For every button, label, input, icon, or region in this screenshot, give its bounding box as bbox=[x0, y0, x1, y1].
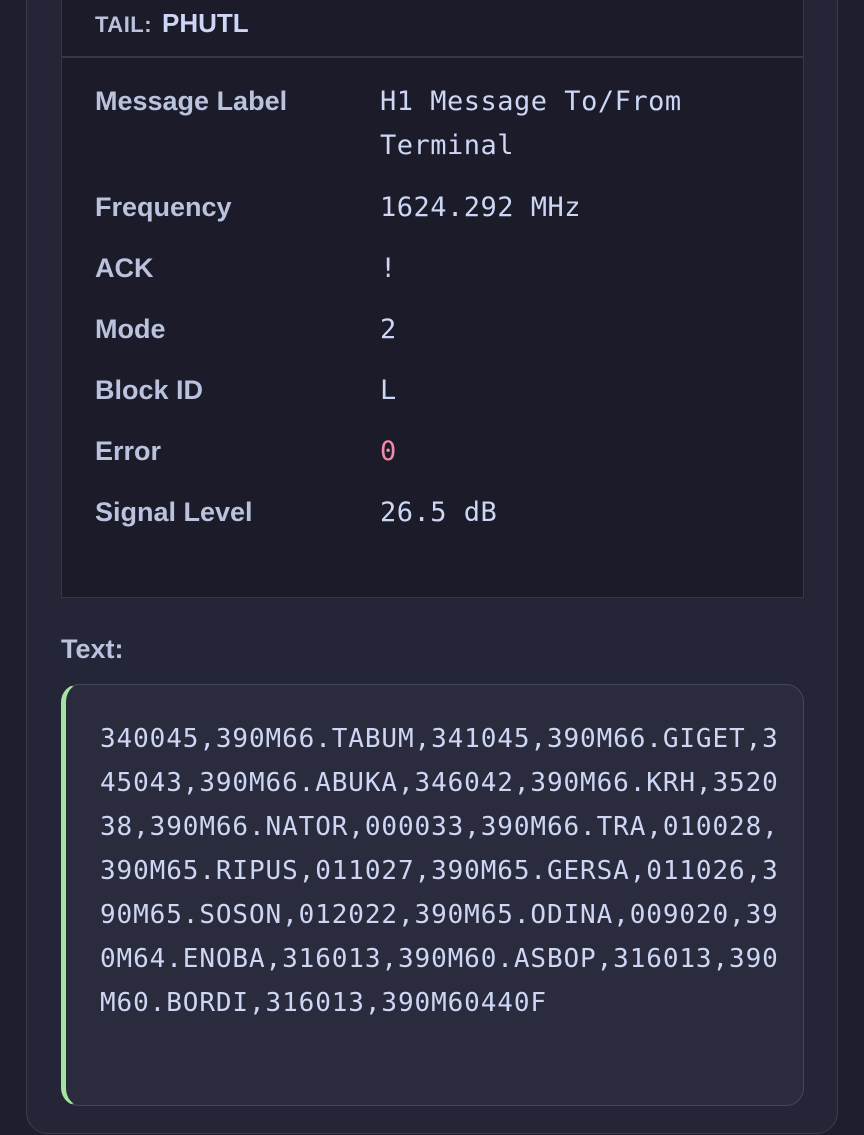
block-id-value: L bbox=[380, 375, 397, 406]
frequency-name: Frequency bbox=[95, 192, 232, 222]
tail-value[interactable]: PHUTL bbox=[162, 8, 249, 39]
error-value: 0 bbox=[380, 436, 397, 467]
message-details-panel: TAIL: PHUTL Message Label H1 Message To/… bbox=[61, 0, 804, 598]
ack-name: ACK bbox=[95, 253, 154, 283]
message-label-name: Message Label bbox=[95, 86, 288, 116]
text-heading: Text: bbox=[61, 634, 124, 664]
block-id-name: Block ID bbox=[95, 375, 204, 405]
message-text-box[interactable]: 340045,390M66.TABUM,341045,390M66.GIGET,… bbox=[61, 684, 804, 1106]
message-label-value: H1 Message To/From Terminal bbox=[380, 86, 682, 161]
signal-level-value: 26.5 dB bbox=[380, 497, 498, 528]
frequency-value: 1624.292 MHz bbox=[380, 192, 582, 223]
signal-level-name: Signal Level bbox=[95, 497, 253, 527]
tail-label: TAIL: bbox=[95, 12, 153, 37]
tail-row: TAIL: PHUTL bbox=[62, 0, 803, 58]
message-text-content: 340045,390M66.TABUM,341045,390M66.GIGET,… bbox=[100, 724, 779, 1018]
ack-value: ! bbox=[380, 253, 397, 284]
mode-name: Mode bbox=[95, 314, 166, 344]
mode-value: 2 bbox=[380, 314, 397, 345]
error-name: Error bbox=[95, 436, 162, 466]
